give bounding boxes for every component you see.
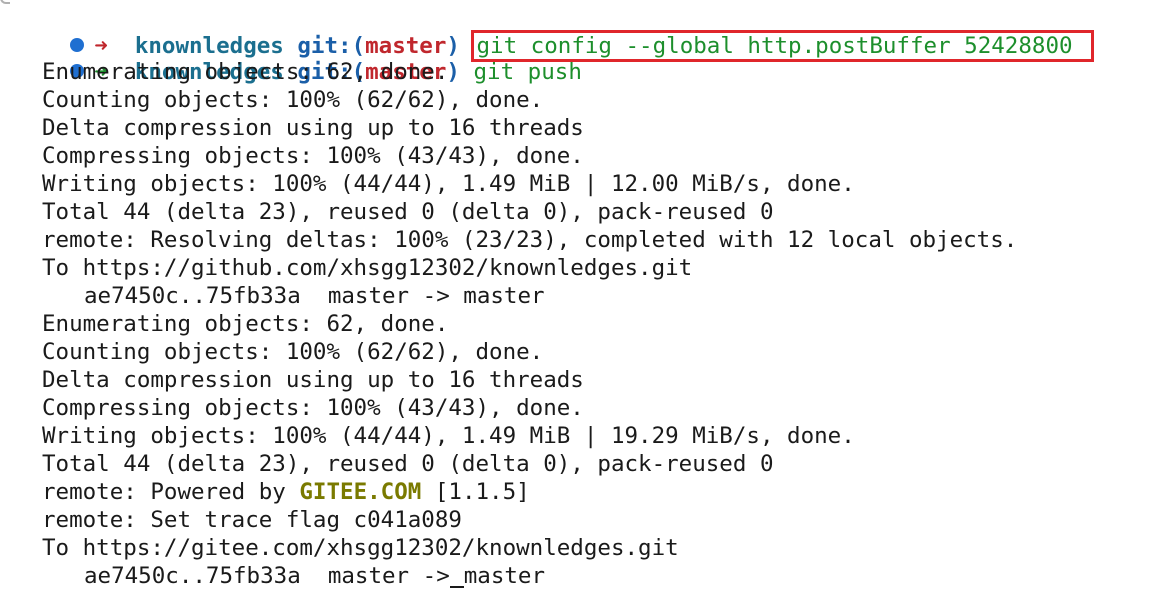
- output-line: Writing objects: 100% (44/44), 1.49 MiB …: [42, 171, 855, 197]
- output-line: Counting objects: 100% (62/62), done.: [42, 339, 544, 365]
- output-line: Delta compression using up to 16 threads: [42, 115, 584, 141]
- output-text: [1.1.5]: [421, 479, 530, 505]
- output-line: Total 44 (delta 23), reused 0 (delta 0),…: [42, 199, 774, 225]
- output-line: Enumerating objects: 62, done.: [42, 59, 449, 85]
- terminal-window[interactable]: ➜ knownledges git:(master) git config --…: [0, 0, 1164, 592]
- output-line: remote: Set trace flag c041a089: [42, 507, 462, 533]
- output-text: remote: Powered by: [42, 479, 300, 505]
- output-line: Enumerating objects: 62, done.: [42, 311, 449, 337]
- command-gutter-mark: [0, 0, 10, 4]
- prompt-line-config: ➜ knownledges git:(master) git config --…: [16, 2, 1094, 62]
- output-line: To https://github.com/xhsgg12302/knownle…: [42, 255, 693, 281]
- output-line: Compressing objects: 100% (43/43), done.: [42, 143, 584, 169]
- output-line: Total 44 (delta 23), reused 0 (delta 0),…: [42, 451, 774, 477]
- output-line: ae7450c..75fb33a master -> master: [84, 283, 545, 309]
- prompt-git-suffix: ): [446, 59, 460, 85]
- output-text: ae7450c..75fb33a master ->: [84, 563, 450, 589]
- output-line-last: ae7450c..75fb33a master -> master: [84, 562, 545, 590]
- output-line: Delta compression using up to 16 threads: [42, 367, 584, 393]
- prompt-command: git push: [473, 59, 582, 85]
- output-line: remote: Resolving deltas: 100% (23/23), …: [42, 227, 1018, 253]
- prompt-line-push: ➜ knownledges git:(master) git push: [16, 30, 582, 85]
- output-line-gitee: remote: Powered by GITEE.COM [1.1.5]: [42, 478, 530, 506]
- output-line: Writing objects: 100% (44/44), 1.49 MiB …: [42, 423, 855, 449]
- output-line: Compressing objects: 100% (43/43), done.: [42, 395, 584, 421]
- output-line: To https://gitee.com/xhsgg12302/knownled…: [42, 535, 679, 561]
- gitee-brand: GITEE.COM: [299, 479, 422, 505]
- output-line: Counting objects: 100% (62/62), done.: [42, 87, 544, 113]
- output-text: master: [463, 563, 546, 589]
- text-cursor: [449, 586, 464, 588]
